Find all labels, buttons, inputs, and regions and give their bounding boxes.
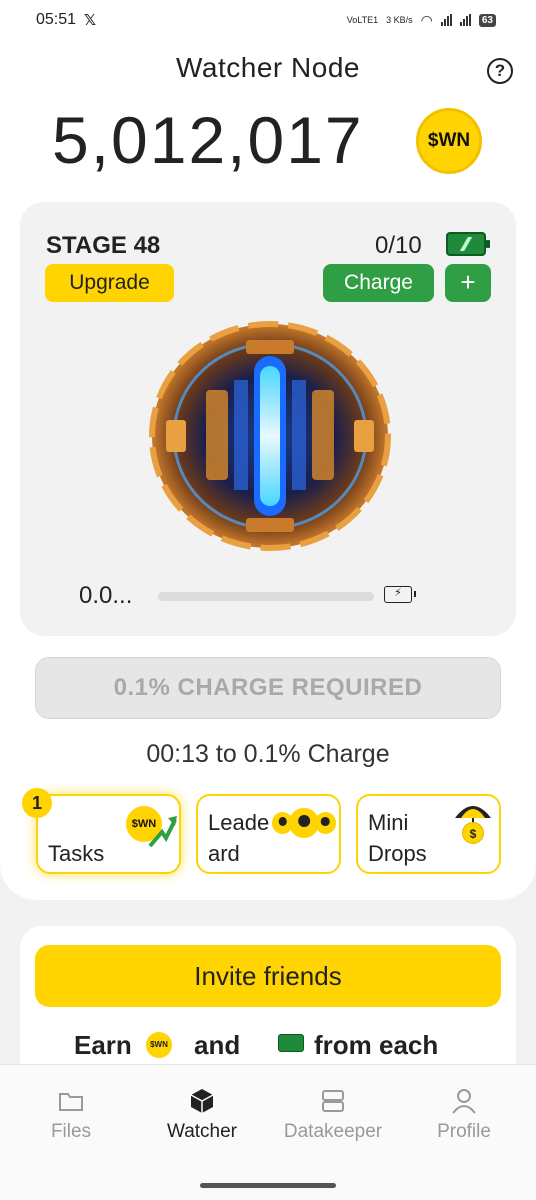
tasks-badge: 1 xyxy=(22,788,52,818)
nav-label: Profile xyxy=(437,1121,491,1142)
earn-prefix: Earn xyxy=(74,1030,132,1060)
charge-count: 0/10 xyxy=(375,232,422,259)
nav-profile[interactable]: Profile xyxy=(399,1087,529,1143)
user-icon xyxy=(452,1089,476,1114)
trend-up-icon xyxy=(148,816,177,848)
nav-label: Datakeeper xyxy=(283,1121,383,1142)
x-app-icon: 𝕏 xyxy=(84,12,97,29)
earn-and: and xyxy=(194,1030,241,1060)
nav-watcher[interactable]: Watcher xyxy=(137,1087,267,1143)
tile-label: ard xyxy=(208,841,240,866)
home-indicator[interactable] xyxy=(200,1183,336,1188)
wn-coin-icon: $WN xyxy=(146,1032,172,1058)
tile-label: Tasks xyxy=(48,841,105,866)
tasks-tile[interactable]: 1 $WN Tasks xyxy=(22,788,181,874)
mini-drops-tile[interactable]: $ Mini Drops xyxy=(356,794,501,874)
volte-indicator: VoLTE1 xyxy=(346,15,379,25)
status-time: 05:51 xyxy=(36,11,77,28)
nav-datakeeper[interactable]: Datakeeper xyxy=(268,1087,398,1143)
upgrade-button[interactable]: Upgrade xyxy=(45,264,174,302)
tile-label: Leade xyxy=(208,810,270,835)
network-speed: 3 KB/s xyxy=(386,15,413,25)
people-icon xyxy=(272,808,336,838)
node-orb-image[interactable] xyxy=(146,320,394,552)
help-icon[interactable]: ? xyxy=(487,58,513,84)
battery-status: 63 xyxy=(478,13,496,27)
nav-label: Files xyxy=(50,1121,92,1142)
tile-label: Drops xyxy=(368,841,427,866)
bottom-navigation: Files Watcher Datakeeper Profile xyxy=(0,1064,536,1200)
dollar-coin-icon: $ xyxy=(462,822,484,844)
nav-files[interactable]: Files xyxy=(6,1087,136,1143)
tile-label: Mini xyxy=(368,810,409,835)
add-charge-button[interactable]: + xyxy=(445,264,491,302)
progress-value: 0.0... xyxy=(79,582,133,609)
battery-charge-icon xyxy=(446,232,490,256)
battery-icon xyxy=(278,1034,304,1052)
folder-icon xyxy=(59,1093,83,1111)
battery-bolt-icon: ⚡ xyxy=(384,586,416,603)
charge-button[interactable]: Charge xyxy=(323,264,434,302)
status-bar: 05:51 𝕏 VoLTE1 3 KB/s ◠ 63 xyxy=(0,0,536,40)
charge-timer: 00:13 to 0.1% Charge xyxy=(146,740,390,768)
wifi-icon: ◠ xyxy=(420,11,433,28)
cube-icon xyxy=(190,1089,214,1113)
stage-label: STAGE 48 xyxy=(46,232,161,259)
server-icon xyxy=(322,1090,344,1112)
charge-progress-bar xyxy=(158,592,374,601)
invite-friends-button[interactable]: Invite friends xyxy=(35,945,501,1007)
earn-suffix: from each xyxy=(314,1030,439,1060)
stage-card: STAGE 48 Upgrade 0/10 Charge + 0.0... ⚡ xyxy=(20,202,516,636)
nav-label: Watcher xyxy=(166,1121,238,1142)
signal-icon-2 xyxy=(459,14,471,26)
leaderboard-tile[interactable]: Leade ard xyxy=(196,794,341,874)
charge-required-button[interactable]: 0.1% CHARGE REQUIRED xyxy=(35,657,501,719)
signal-icon xyxy=(440,14,452,26)
wn-coin-icon: $WN xyxy=(416,108,482,174)
balance-amount: 5,012,017 xyxy=(52,103,364,177)
page-title: Watcher Node xyxy=(176,52,360,83)
